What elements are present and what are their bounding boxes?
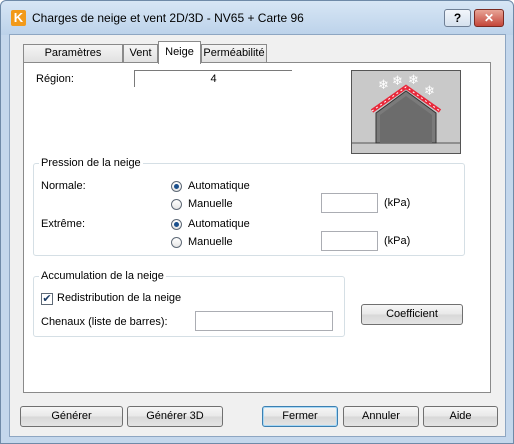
help-title-button[interactable]: ? xyxy=(444,9,471,27)
pression-groupbox: Pression de la neige Normale: Automatiqu… xyxy=(33,157,465,256)
coefficient-button[interactable]: Coefficient xyxy=(361,304,463,325)
pression-title: Pression de la neige xyxy=(39,157,143,169)
close-window-button[interactable]: ✕ xyxy=(474,9,504,27)
extreme-manuelle-radio[interactable] xyxy=(171,237,182,248)
chenaux-input[interactable] xyxy=(195,311,333,331)
fermer-button[interactable]: Fermer xyxy=(262,406,338,427)
tab-permeabilite[interactable]: Perméabilité xyxy=(201,44,267,63)
app-logo-letter: K xyxy=(13,10,24,25)
generer-3d-button[interactable]: Générer 3D xyxy=(127,406,223,427)
title-bar: K Charges de neige et vent 2D/3D - NV65 … xyxy=(1,1,513,35)
normale-automatique-label[interactable]: Automatique xyxy=(188,180,250,192)
snow-roof-house-icon: ❄ ❄ ❄ ❄ xyxy=(351,70,461,154)
extreme-automatique-radio[interactable] xyxy=(171,219,182,230)
normale-automatique-radio[interactable] xyxy=(171,181,182,192)
accumulation-title: Accumulation de la neige xyxy=(39,270,166,282)
region-value: 4 xyxy=(134,70,292,87)
dialog-window: K Charges de neige et vent 2D/3D - NV65 … xyxy=(0,0,514,444)
extreme-automatique-label[interactable]: Automatique xyxy=(188,218,250,230)
extreme-value-input[interactable] xyxy=(321,231,378,251)
aide-button[interactable]: Aide xyxy=(423,406,498,427)
svg-text:❄: ❄ xyxy=(424,84,435,99)
redistribution-label[interactable]: Redistribution de la neige xyxy=(57,292,181,304)
tab-neige[interactable]: Neige xyxy=(158,41,201,64)
normale-label: Normale: xyxy=(41,180,86,192)
accumulation-groupbox: Accumulation de la neige ✔ Redistributio… xyxy=(33,270,345,337)
svg-text:❄: ❄ xyxy=(378,78,389,93)
annuler-button[interactable]: Annuler xyxy=(343,406,419,427)
app-logo-icon: K xyxy=(11,10,26,26)
dialog-client-area: Paramètres globaux Vent Neige Perméabili… xyxy=(9,34,506,437)
tab-vent[interactable]: Vent xyxy=(123,44,158,63)
tab-parametres-globaux[interactable]: Paramètres globaux xyxy=(23,44,123,76)
region-label: Région: xyxy=(36,73,74,85)
normale-manuelle-label[interactable]: Manuelle xyxy=(188,198,233,210)
svg-text:❄: ❄ xyxy=(392,74,403,89)
generer-button[interactable]: Générer xyxy=(20,406,123,427)
extreme-manuelle-label[interactable]: Manuelle xyxy=(188,236,233,248)
svg-text:❄: ❄ xyxy=(408,73,419,88)
chenaux-label: Chenaux (liste de barres): xyxy=(41,316,168,328)
extreme-unit-label: (kPa) xyxy=(384,235,411,247)
normale-value-input[interactable] xyxy=(321,193,378,213)
window-title: Charges de neige et vent 2D/3D - NV65 + … xyxy=(32,11,304,25)
normale-manuelle-radio[interactable] xyxy=(171,199,182,210)
redistribution-checkbox[interactable]: ✔ xyxy=(41,293,53,305)
normale-unit-label: (kPa) xyxy=(384,197,411,209)
neige-tab-panel: Région: 4 ❄ ❄ ❄ ❄ Pression de la neige N… xyxy=(23,62,491,393)
extreme-label: Extrême: xyxy=(41,218,86,230)
